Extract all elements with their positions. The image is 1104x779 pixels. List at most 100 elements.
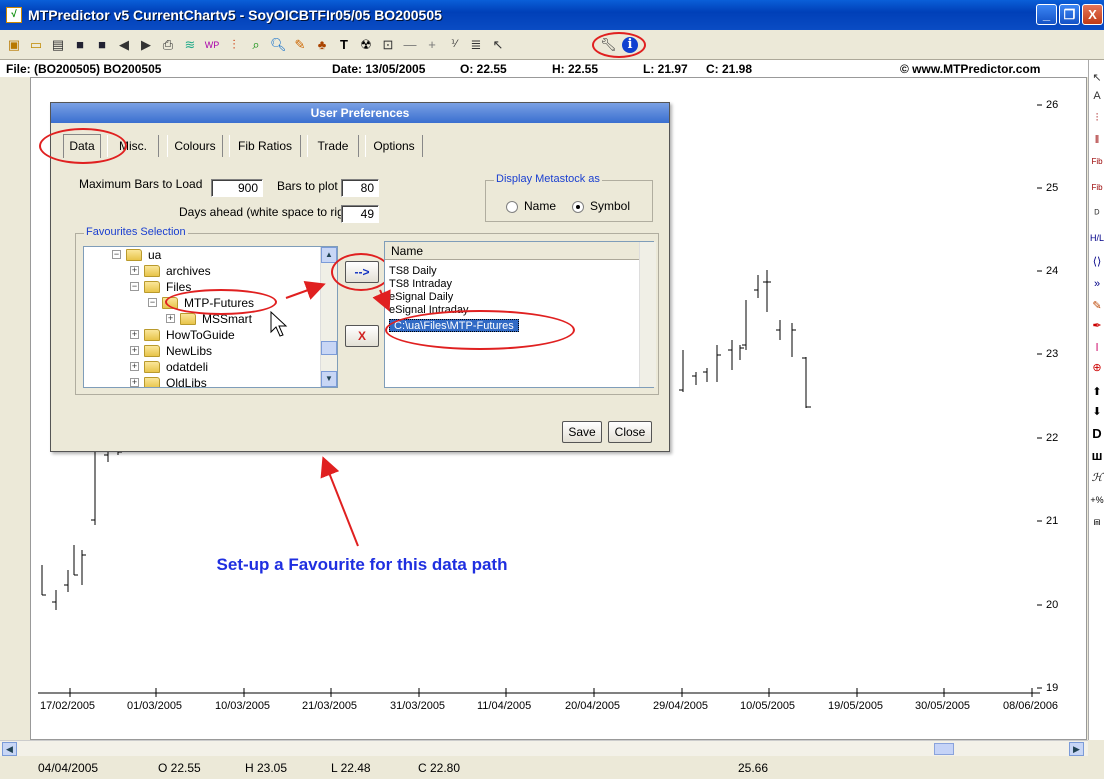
wp-icon[interactable]: WP bbox=[204, 37, 220, 53]
zoom-box-icon[interactable]: ⊡ bbox=[380, 37, 396, 53]
annotation-caption: Set-up a Favourite for this data path bbox=[216, 555, 508, 574]
y-axis-label: 25 bbox=[1046, 182, 1059, 194]
tab-fib-ratios[interactable]: Fib Ratios bbox=[229, 135, 301, 157]
date-label: Date: 13/05/2005 bbox=[332, 62, 426, 76]
list-scrollbar[interactable] bbox=[639, 242, 656, 387]
bars-tool-icon[interactable]: ⫶ bbox=[1089, 110, 1104, 126]
favourites-group-title: Favourites Selection bbox=[84, 226, 188, 238]
tab-colours[interactable]: Colours bbox=[167, 135, 223, 157]
cursor-tool-icon[interactable]: ↖ bbox=[1089, 70, 1104, 86]
target-tool-icon[interactable]: ⊕ bbox=[1089, 360, 1104, 376]
zoom-fit-icon[interactable]: ⌕ bbox=[248, 37, 264, 53]
print-setup-icon[interactable]: ▤ bbox=[50, 37, 66, 53]
tree-node[interactable]: + OldLibs bbox=[84, 375, 334, 387]
list-item[interactable]: TS8 Intraday bbox=[389, 278, 452, 291]
percent-tool-icon[interactable]: +% bbox=[1089, 492, 1104, 508]
file-label: File: (BO200505) BO200505 bbox=[6, 62, 162, 76]
metastock-group-title: Display Metastock as bbox=[494, 173, 602, 185]
scroll-down-icon[interactable]: ▼ bbox=[321, 371, 337, 387]
h-tool-icon[interactable]: ℋ bbox=[1089, 470, 1104, 486]
daily-icon[interactable]: D bbox=[1089, 426, 1104, 442]
max-bars-input[interactable]: 900 bbox=[211, 179, 263, 197]
radio-symbol[interactable] bbox=[572, 201, 584, 213]
folder-icon bbox=[144, 377, 160, 387]
close-button[interactable]: X bbox=[1082, 4, 1103, 25]
x-axis-label: 01/03/2005 bbox=[127, 700, 183, 712]
save-as-icon[interactable]: ■ bbox=[94, 37, 110, 53]
restore-button[interactable]: ❐ bbox=[1059, 4, 1080, 25]
bars-icon[interactable]: ⫶ bbox=[226, 37, 242, 53]
tree-node[interactable]: − ua bbox=[84, 247, 334, 263]
down-arrow-icon[interactable]: ⬇ bbox=[1089, 404, 1104, 420]
folder-icon[interactable]: ▭ bbox=[28, 37, 44, 53]
brush-tool-icon[interactable]: ✎ bbox=[1089, 298, 1104, 314]
weekly-icon[interactable]: ш bbox=[1089, 448, 1104, 464]
cursor-icon[interactable]: ↖ bbox=[490, 37, 506, 53]
back-icon[interactable]: ◀ bbox=[116, 37, 132, 53]
preferences-highlight-ring bbox=[592, 32, 646, 58]
scroll-up-icon[interactable]: ▲ bbox=[321, 247, 337, 263]
a-tool-icon[interactable]: A bbox=[1089, 88, 1104, 104]
list-item[interactable]: TS8 Daily bbox=[389, 265, 437, 278]
hl-tool-icon[interactable]: H/L bbox=[1089, 230, 1104, 246]
tree-node[interactable]: + odatdeli bbox=[84, 359, 334, 375]
radio-name[interactable] bbox=[506, 201, 518, 213]
split-tool-icon[interactable]: » bbox=[1089, 276, 1104, 292]
forward-icon[interactable]: ▶ bbox=[138, 37, 154, 53]
chart-info-bar: File: (BO200505) BO200505 Date: 13/05/20… bbox=[0, 60, 1088, 77]
tab-options[interactable]: Options bbox=[365, 135, 423, 157]
tree-node[interactable]: + NewLibs bbox=[84, 343, 334, 359]
tree-icon[interactable]: ♣ bbox=[314, 37, 330, 53]
line-icon[interactable]: — bbox=[402, 37, 418, 53]
folder-tree[interactable]: − ua + archives − Files − MTP-Futures + bbox=[83, 246, 338, 388]
metastock-display-group: Display Metastock as Name Symbol bbox=[485, 173, 653, 222]
fib-time-icon[interactable]: Fib bbox=[1089, 180, 1104, 196]
scroll-thumb[interactable] bbox=[934, 743, 954, 755]
bars-to-plot-input[interactable]: 80 bbox=[341, 179, 379, 197]
save-icon[interactable]: ■ bbox=[72, 37, 88, 53]
days-ahead-input[interactable]: 49 bbox=[341, 205, 379, 223]
marker-tool-icon[interactable]: ǀ bbox=[1089, 340, 1104, 356]
radiation-icon[interactable]: ☢ bbox=[358, 37, 374, 53]
status-date: 04/04/2005 bbox=[38, 761, 99, 775]
status-bar: 04/04/2005 O 22.55 H 23.05 L 22.48 C 22.… bbox=[0, 757, 1104, 779]
scroll-left-icon[interactable]: ◀ bbox=[2, 742, 17, 756]
candle-tool-icon[interactable]: ⩎ bbox=[1089, 514, 1104, 530]
x-axis-label: 08/06/2006 bbox=[1003, 700, 1059, 712]
status-open: O 22.55 bbox=[158, 761, 201, 775]
tree-node[interactable]: + HowToGuide bbox=[84, 327, 334, 343]
title-bar: √ MTPredictor v5 CurrentChartv5 - SoyOIC… bbox=[0, 0, 1104, 30]
minimize-button[interactable]: _ bbox=[1036, 4, 1057, 25]
list-icon[interactable]: ≣ bbox=[468, 37, 484, 53]
range-tool-icon[interactable]: ⟨⟩ bbox=[1089, 254, 1104, 270]
horizontal-scrollbar[interactable]: ◀ ▶ bbox=[0, 740, 1088, 756]
up-arrow-icon[interactable]: ⬆ bbox=[1089, 384, 1104, 400]
crosshair-icon[interactable]: + bbox=[424, 37, 440, 53]
pen-icon[interactable]: ✎ bbox=[292, 37, 308, 53]
tree-scroll-thumb[interactable] bbox=[321, 341, 337, 355]
chart-icon[interactable]: ≋ bbox=[182, 37, 198, 53]
x-axis-label: 19/05/2005 bbox=[828, 700, 884, 712]
scroll-right-icon[interactable]: ▶ bbox=[1069, 742, 1084, 756]
x-axis-label: 29/04/2005 bbox=[653, 700, 709, 712]
remove-favourite-button[interactable]: X bbox=[345, 325, 379, 347]
fraction-icon[interactable]: ⅟ bbox=[446, 37, 462, 53]
dgl-tool-icon[interactable]: ᴰ bbox=[1089, 206, 1104, 222]
x-axis-label: 31/03/2005 bbox=[390, 700, 446, 712]
folder-icon bbox=[144, 265, 160, 277]
fib-price-icon[interactable]: Fib bbox=[1089, 154, 1104, 170]
folder-icon bbox=[144, 281, 160, 293]
tree-node[interactable]: + archives bbox=[84, 263, 334, 279]
pen-tool-icon[interactable]: ✒ bbox=[1089, 318, 1104, 334]
close-dialog-button[interactable]: Close bbox=[608, 421, 652, 443]
open-icon[interactable]: ▣ bbox=[6, 37, 22, 53]
pattern-tool-icon[interactable]: ‖ bbox=[1089, 132, 1104, 148]
list-header-name[interactable]: Name bbox=[385, 242, 639, 260]
tab-trade[interactable]: Trade bbox=[307, 135, 359, 157]
print-icon[interactable]: ⎙ bbox=[160, 37, 176, 53]
save-button[interactable]: Save bbox=[562, 421, 602, 443]
list-item[interactable]: eSignal Daily bbox=[389, 291, 453, 304]
folder-icon bbox=[180, 313, 196, 325]
zoom-icon[interactable]: 🔍︎ bbox=[270, 37, 287, 53]
text-icon[interactable]: T bbox=[336, 37, 352, 53]
